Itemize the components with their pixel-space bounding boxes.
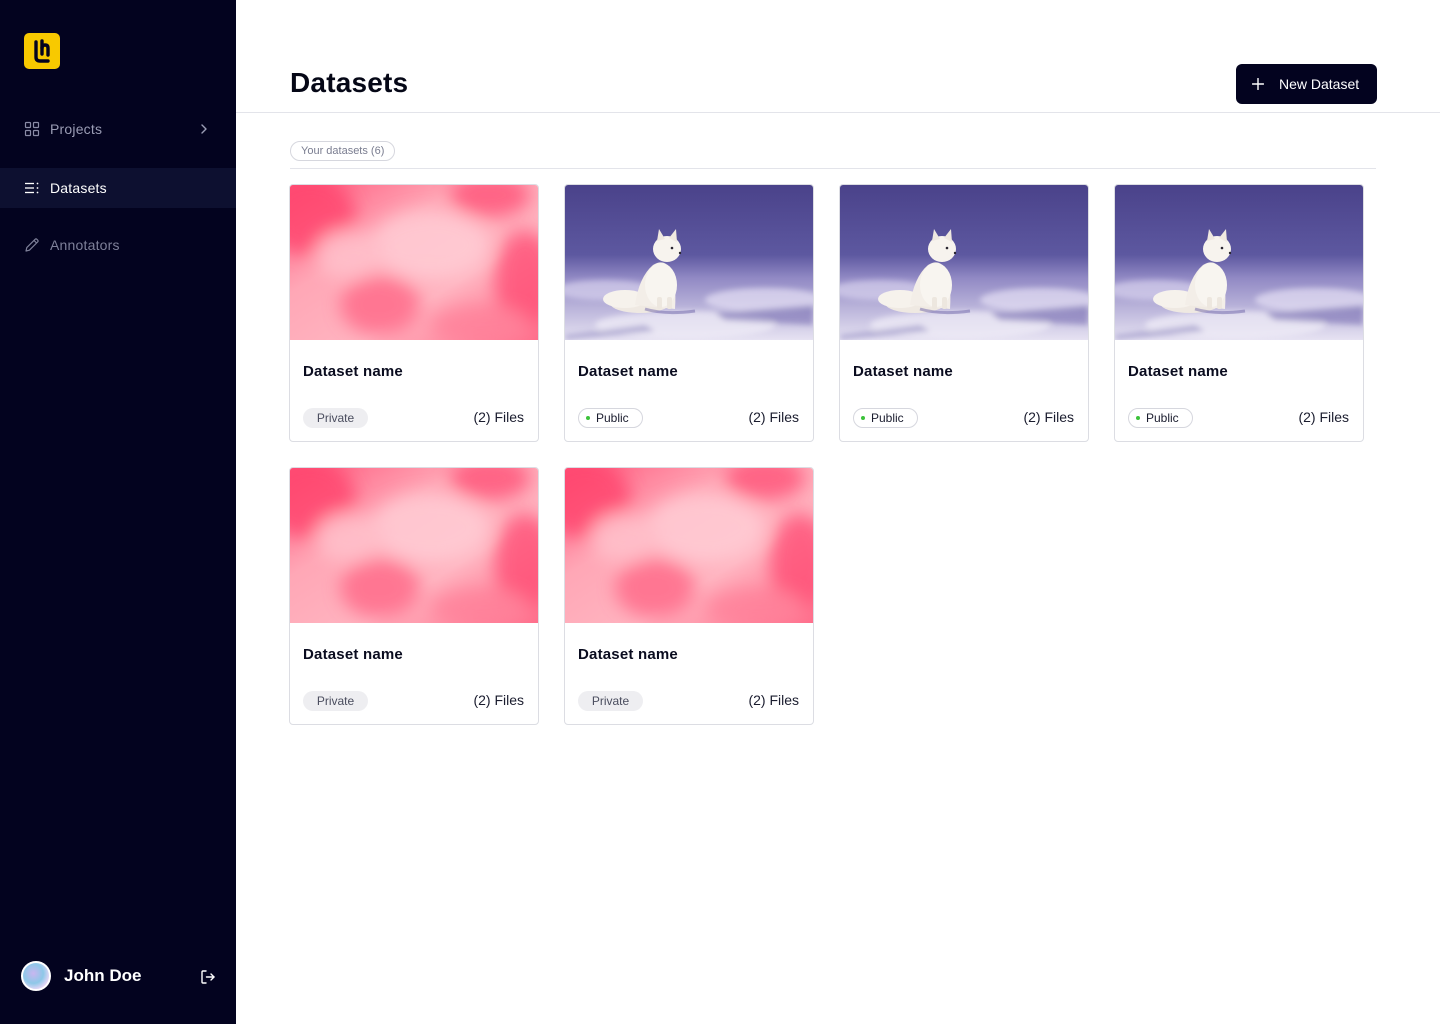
file-count: (2) Files — [473, 692, 524, 708]
dataset-card[interactable]: Dataset name Public (2) Files — [564, 184, 814, 442]
status-dot-icon — [1136, 416, 1140, 420]
dataset-card[interactable]: Dataset name Public (2) Files — [1114, 184, 1364, 442]
visibility-badge: Public — [853, 408, 918, 428]
dataset-name: Dataset name — [578, 646, 678, 663]
user-profile[interactable]: John Doe — [21, 961, 221, 993]
logo-icon — [34, 39, 50, 63]
arctic-fox-thumbnail — [840, 185, 1088, 340]
dataset-card[interactable]: Dataset name Private (2) Files — [289, 184, 539, 442]
pink-clouds-thumbnail — [565, 468, 813, 623]
app: Projects Datasets Annotators John Doe Da… — [0, 0, 1440, 1024]
visibility-badge: Private — [303, 408, 368, 428]
sidebar-item-projects[interactable]: Projects — [0, 109, 236, 149]
visibility-label: Public — [596, 411, 629, 425]
file-count: (2) Files — [748, 409, 799, 425]
status-dot-icon — [586, 416, 590, 420]
page-title: Datasets — [290, 67, 409, 98]
avatar[interactable] — [21, 961, 51, 991]
dataset-name: Dataset name — [1128, 363, 1228, 380]
sidebar: Projects Datasets Annotators John Doe — [0, 0, 236, 1024]
dataset-name: Dataset name — [303, 646, 403, 663]
grid-icon — [24, 121, 40, 137]
visibility-label: Public — [871, 411, 904, 425]
tab-divider — [290, 168, 1376, 169]
dataset-name: Dataset name — [303, 363, 403, 380]
new-dataset-button[interactable]: New Dataset — [1236, 64, 1377, 104]
sidebar-item-label: Annotators — [50, 237, 120, 253]
sidebar-item-label: Projects — [50, 121, 103, 137]
chevron-right-icon — [201, 124, 207, 134]
list-icon — [25, 182, 39, 194]
arctic-fox-thumbnail — [565, 185, 813, 340]
visibility-label: Public — [1146, 411, 1179, 425]
dataset-name: Dataset name — [578, 363, 678, 380]
sidebar-item-label: Datasets — [50, 180, 107, 196]
pencil-icon — [25, 238, 39, 252]
status-dot-icon — [861, 416, 865, 420]
visibility-badge: Private — [578, 691, 643, 711]
app-logo[interactable] — [24, 33, 60, 69]
file-count: (2) Files — [1023, 409, 1074, 425]
plus-icon — [1252, 78, 1264, 90]
header-divider — [236, 112, 1440, 113]
visibility-badge: Public — [578, 408, 643, 428]
user-name: John Doe — [64, 966, 142, 985]
pink-clouds-thumbnail — [290, 185, 538, 340]
sidebar-item-datasets[interactable]: Datasets — [0, 168, 236, 208]
tab-your-datasets[interactable]: Your datasets (6) — [290, 141, 396, 161]
logout-icon[interactable] — [200, 969, 216, 985]
dataset-card[interactable]: Dataset name Public (2) Files — [839, 184, 1089, 442]
file-count: (2) Files — [473, 409, 524, 425]
new-dataset-label: New Dataset — [1279, 76, 1360, 92]
visibility-badge: Private — [303, 691, 368, 711]
dataset-card[interactable]: Dataset name Private (2) Files — [289, 467, 539, 725]
dataset-thumbnail — [290, 185, 538, 340]
pink-clouds-thumbnail — [290, 468, 538, 623]
dataset-name: Dataset name — [853, 363, 953, 380]
dataset-thumbnail — [290, 468, 538, 623]
sidebar-item-annotators[interactable]: Annotators — [0, 225, 236, 265]
arctic-fox-thumbnail — [1115, 185, 1363, 340]
dataset-thumbnail — [565, 468, 813, 623]
visibility-badge: Public — [1128, 408, 1193, 428]
dataset-thumbnail — [1115, 185, 1363, 340]
dataset-card[interactable]: Dataset name Private (2) Files — [564, 467, 814, 725]
dataset-thumbnail — [565, 185, 813, 340]
file-count: (2) Files — [1298, 409, 1349, 425]
dataset-thumbnail — [840, 185, 1088, 340]
file-count: (2) Files — [748, 692, 799, 708]
